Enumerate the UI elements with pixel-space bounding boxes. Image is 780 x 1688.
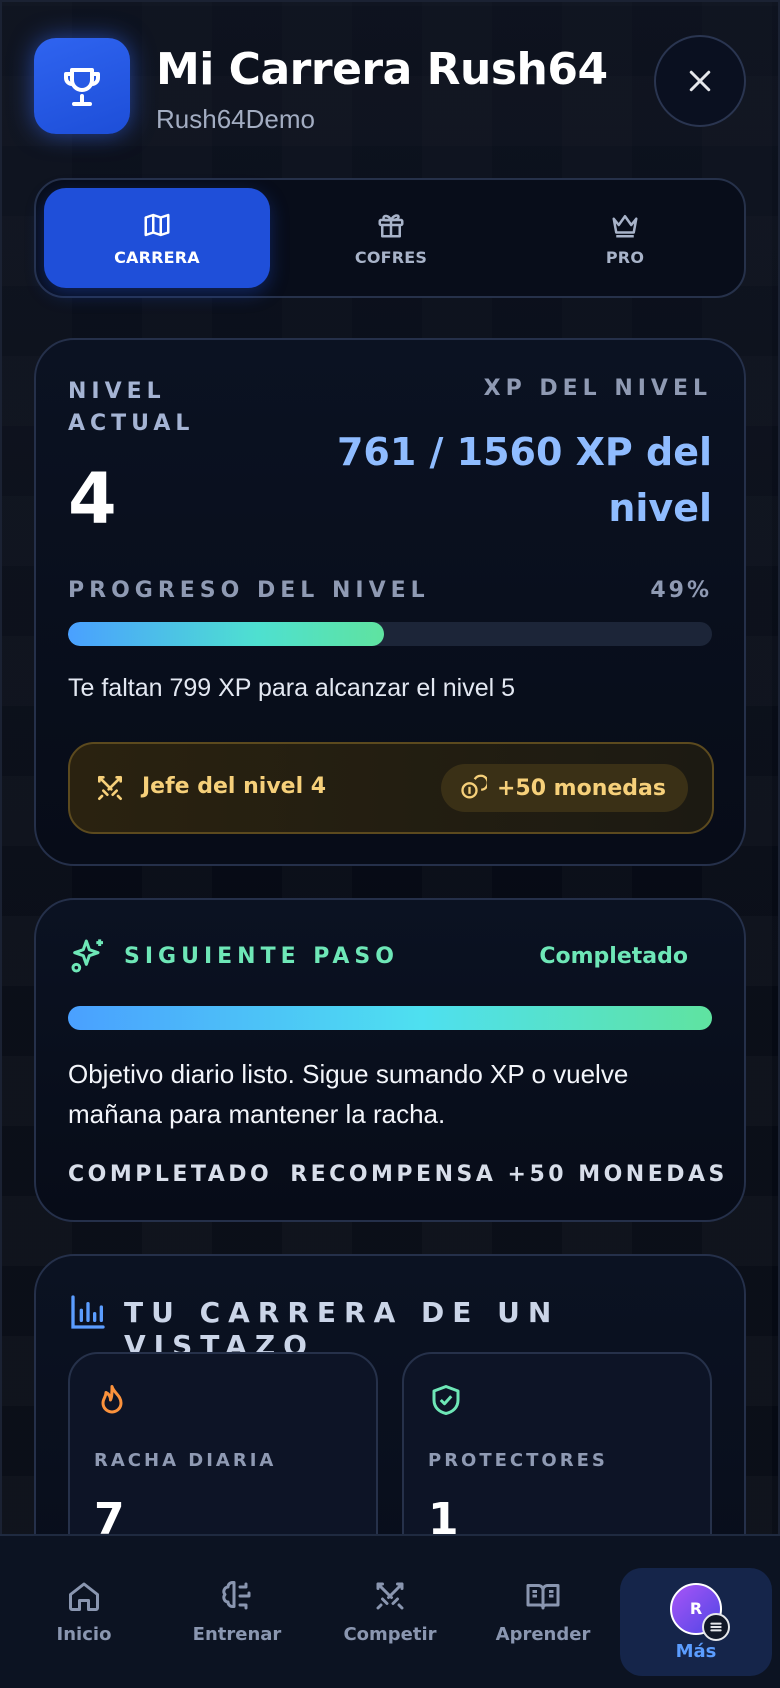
stat-label: RACHA DIARIA — [94, 1450, 277, 1471]
tab-label: COFRES — [354, 247, 428, 267]
boss-banner[interactable]: Jefe del nivel 4 +50 monedas — [68, 742, 714, 834]
level-card: NIVEL ACTUAL 4 XP DEL NIVEL 761 / 1560 X… — [34, 338, 746, 866]
bar-chart-icon — [71, 1295, 105, 1329]
tab-label: CARRERA — [114, 247, 200, 267]
close-button[interactable] — [654, 35, 746, 127]
close-icon — [689, 70, 711, 92]
nav-item-entrenar[interactable]: Entrenar — [161, 1536, 313, 1686]
next-step-description: Objetivo diario listo. Sigue sumando XP … — [68, 1059, 629, 1129]
current-level-value: 4 — [68, 458, 117, 540]
avatar: R — [670, 1582, 730, 1641]
next-step-status: Completado — [539, 944, 688, 969]
trophy-badge — [34, 38, 130, 134]
page-title: Mi Carrera Rush64 — [156, 44, 608, 95]
bottom-navigation: Inicio Entrenar Competir Aprender R Más — [0, 1534, 780, 1688]
nav-item-inicio[interactable]: Inicio — [8, 1536, 160, 1686]
next-step-footer: COMPLETADO RECOMPENSA +50 MONEDAS — [68, 1162, 728, 1187]
next-step-progress-bar — [68, 1006, 712, 1030]
next-step-card: SIGUIENTE PASO Completado Objetivo diari… — [34, 898, 746, 1222]
level-xp-value: 761 / 1560 XP del nivel — [336, 430, 712, 530]
level-xp-label: XP DEL NIVEL — [483, 376, 712, 401]
level-progress-label: PROGRESO DEL NIVEL — [68, 578, 430, 603]
tab-pro[interactable]: PRO — [512, 188, 738, 288]
next-step-footer-reward: RECOMPENSA +50 MONEDAS — [290, 1162, 728, 1187]
nav-label: Competir — [343, 1623, 437, 1645]
flame-icon — [101, 1385, 123, 1414]
nav-item-mas[interactable]: R Más — [620, 1568, 772, 1676]
nav-item-aprender[interactable]: Aprender — [467, 1536, 619, 1686]
boss-reward-badge: +50 monedas — [440, 764, 688, 812]
tab-bar: CARRERA COFRES PRO — [34, 178, 746, 298]
username: Rush64Demo — [156, 104, 315, 134]
swords-icon — [376, 1582, 404, 1609]
book-icon — [526, 1583, 560, 1609]
header: Mi Carrera Rush64 Rush64Demo — [34, 35, 746, 138]
tab-carrera[interactable]: CARRERA — [44, 188, 270, 288]
sparkles-icon — [71, 939, 103, 973]
level-progress-fill — [68, 622, 384, 646]
trophy-icon — [64, 68, 100, 106]
nav-item-competir[interactable]: Competir — [314, 1536, 466, 1686]
coins-icon — [461, 774, 487, 799]
next-step-label: SIGUIENTE PASO — [124, 944, 399, 969]
current-level-label: NIVEL ACTUAL — [68, 379, 195, 436]
tab-label: PRO — [605, 247, 645, 267]
nav-label: Aprender — [495, 1623, 591, 1645]
nav-label: Más — [675, 1640, 717, 1662]
menu-icon — [702, 1612, 730, 1641]
gift-icon — [378, 213, 404, 237]
brain-icon — [222, 1580, 251, 1609]
level-progress-bar — [68, 622, 712, 646]
next-step-footer-status: COMPLETADO — [68, 1162, 273, 1187]
map-icon — [144, 213, 170, 236]
level-progress-percent: 49% — [650, 578, 712, 603]
career-screen: Mi Carrera Rush64 Rush64Demo CARRERA COF… — [0, 0, 780, 1688]
stat-label: PROTECTORES — [428, 1450, 608, 1471]
boss-label: Jefe del nivel 4 — [142, 774, 327, 799]
home-icon — [69, 1582, 99, 1611]
crown-icon — [612, 214, 638, 237]
avatar-initial: R — [689, 1599, 703, 1618]
boss-reward-label: +50 monedas — [496, 775, 666, 801]
tab-cofres[interactable]: COFRES — [278, 188, 504, 288]
nav-label: Inicio — [56, 1623, 112, 1645]
nav-label: Entrenar — [192, 1623, 282, 1645]
shield-check-icon — [432, 1385, 460, 1415]
swords-icon — [98, 776, 122, 800]
xp-remaining-text: Te faltan 799 XP para alcanzar el nivel … — [68, 674, 516, 702]
